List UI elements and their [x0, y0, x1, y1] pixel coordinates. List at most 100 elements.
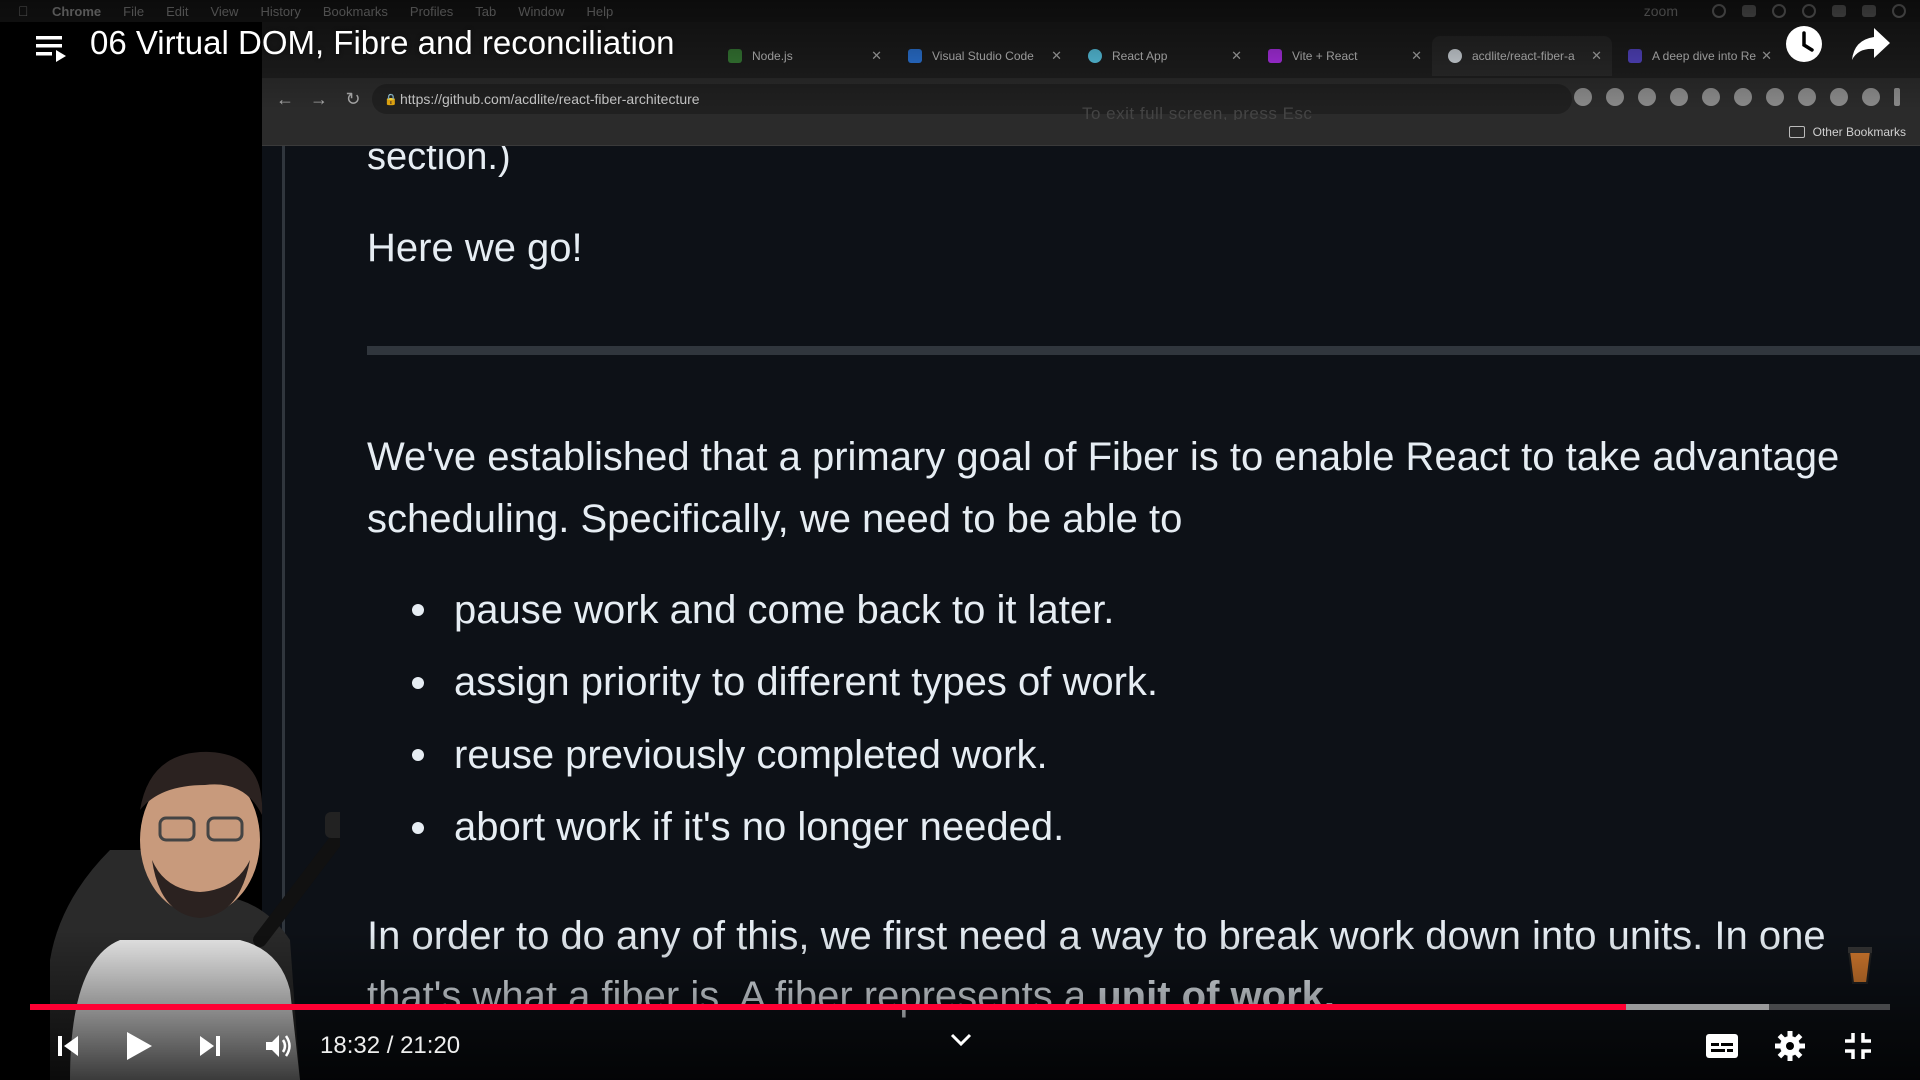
menu-item-help: Help [586, 3, 614, 19]
forward-icon[interactable]: → [308, 89, 330, 110]
tab-label: Vite + React [1292, 49, 1358, 63]
menu-item-file: File [123, 3, 145, 19]
horizontal-rule [367, 346, 1920, 355]
readme-text: section.) [367, 146, 511, 178]
menu-item-edit: Edit [166, 3, 189, 19]
bold-text: unit of work. [1097, 974, 1335, 1018]
menubar-status-icons: zoom [1644, 0, 1906, 22]
back-icon[interactable]: ← [274, 89, 296, 110]
nodejs-icon [728, 49, 742, 63]
readme-content: section.) Here we go! We've established … [262, 146, 1920, 1080]
previous-button[interactable] [50, 1028, 86, 1064]
menu-item-profiles: Profiles [409, 3, 454, 19]
list-item-text: abort work if it's no longer needed. [454, 805, 1065, 850]
volume-icon [266, 1035, 291, 1057]
list-item: abort work if it's no longer needed. [412, 792, 1158, 865]
status-icon [1712, 4, 1726, 18]
menu-item-window: Window [518, 3, 565, 19]
install-icon[interactable] [1606, 88, 1624, 106]
zoom-icon[interactable] [1638, 88, 1656, 106]
close-icon[interactable]: ✕ [871, 48, 882, 64]
list-item-text: reuse previously completed work. [454, 732, 1048, 777]
google-icon[interactable] [1574, 88, 1592, 106]
list-item-text: pause work and come back to it later. [454, 587, 1115, 632]
close-icon[interactable]: ✕ [1231, 48, 1242, 64]
paragraph-line: scheduling. Specifically, we need to be … [367, 497, 1183, 541]
puzzle-icon[interactable] [1766, 88, 1784, 106]
bullet-list: pause work and come back to it later. as… [412, 574, 1158, 864]
exit-fullscreen-button[interactable] [1838, 1028, 1878, 1064]
duration: 21:20 [400, 1032, 461, 1059]
status-icon [1742, 5, 1756, 17]
progress-bar[interactable] [30, 1004, 1890, 1010]
time-display: 18:32 / 21:20 [320, 1032, 460, 1060]
menu-item-history: History [260, 3, 301, 19]
zoom-label: zoom [1643, 3, 1678, 19]
menu-item-tab: Tab [475, 3, 497, 19]
bookmark-star-icon[interactable] [1702, 88, 1720, 106]
browser-tab[interactable]: Vite + React ✕ [1252, 36, 1432, 76]
close-icon[interactable]: ✕ [1411, 48, 1422, 64]
react-icon [1088, 49, 1102, 63]
playlist-icon[interactable] [34, 30, 68, 64]
settings-button[interactable] [1770, 1028, 1810, 1064]
list-item: reuse previously completed work. [412, 719, 1158, 792]
readme-text: Here we go! [367, 226, 583, 270]
bullet-icon [412, 676, 424, 689]
more-icon[interactable] [1894, 88, 1900, 106]
next-button[interactable] [192, 1028, 228, 1064]
folder-icon [1788, 126, 1805, 138]
progress-played [30, 1004, 1626, 1010]
reload-icon[interactable]: ↻ [342, 89, 364, 110]
mac-menubar:  Chrome File Edit View History Bookmark… [0, 0, 1920, 22]
status-icon [1802, 4, 1816, 18]
skip-next-icon [200, 1036, 220, 1056]
share-icon[interactable] [1670, 88, 1688, 106]
close-icon[interactable]: ✕ [1051, 48, 1062, 64]
play-button[interactable] [118, 1028, 158, 1064]
readme-paragraph: We've established that a primary goal of… [367, 426, 1839, 550]
apple-icon:  [18, 4, 34, 18]
current-time: 18:32 [320, 1032, 381, 1059]
bookmarks-bar: Other Bookmarks [262, 120, 1920, 146]
tab-label: Node.js [752, 49, 793, 63]
sidepanel-icon[interactable] [1830, 88, 1848, 106]
url-text: https://github.com/acdlite/react-fiber-a… [400, 91, 700, 107]
close-icon[interactable]: ✕ [1591, 48, 1602, 64]
subtitles-button[interactable] [1702, 1028, 1742, 1064]
video-player[interactable]:  Chrome File Edit View History Bookmark… [0, 0, 1920, 1080]
share-icon[interactable] [1850, 26, 1892, 62]
address-bar[interactable]: 🔒 https://github.com/acdlite/react-fiber… [372, 84, 1572, 114]
download-icon[interactable] [1798, 88, 1816, 106]
battery-icon [1862, 5, 1876, 17]
bullet-icon [412, 749, 424, 762]
watch-later-icon[interactable] [1784, 24, 1824, 64]
close-icon[interactable]: ✕ [1761, 48, 1772, 64]
status-icon [1772, 4, 1786, 18]
wifi-icon [1832, 5, 1846, 17]
browser-tab[interactable]: A deep dive into Re ✕ [1612, 36, 1782, 76]
vscode-icon [908, 49, 922, 63]
other-bookmarks[interactable]: Other Bookmarks [1788, 125, 1906, 139]
browser-tab[interactable]: Visual Studio Code ✕ [892, 36, 1072, 76]
gear-icon [1775, 1031, 1805, 1061]
browser-tab[interactable]: Node.js ✕ [712, 36, 892, 76]
video-title[interactable]: 06 Virtual DOM, Fibre and reconciliation [90, 24, 675, 62]
volume-button[interactable] [260, 1028, 296, 1064]
paragraph-line: In order to do any of this, we first nee… [367, 914, 1826, 958]
menu-item-app: Chrome [52, 3, 102, 19]
menu-item-bookmarks: Bookmarks [322, 3, 388, 19]
tab-label: Visual Studio Code [932, 49, 1034, 63]
status-icon [1892, 4, 1906, 18]
tab-label: acdlite/react-fiber-a [1472, 49, 1575, 63]
browser-tab[interactable]: React App ✕ [1072, 36, 1252, 76]
other-bookmarks-label: Other Bookmarks [1812, 125, 1906, 139]
list-item-text: assign priority to different types of wo… [454, 660, 1159, 705]
browser-window: Node.js ✕ Visual Studio Code ✕ React App… [262, 22, 1920, 1080]
article-icon [1628, 49, 1642, 63]
profile-avatar[interactable] [1862, 88, 1880, 106]
bullet-icon [412, 821, 424, 834]
browser-tab-active[interactable]: acdlite/react-fiber-a ✕ [1432, 36, 1612, 76]
chevron-down-icon[interactable] [948, 1030, 974, 1050]
extension-icon[interactable] [1734, 88, 1752, 106]
